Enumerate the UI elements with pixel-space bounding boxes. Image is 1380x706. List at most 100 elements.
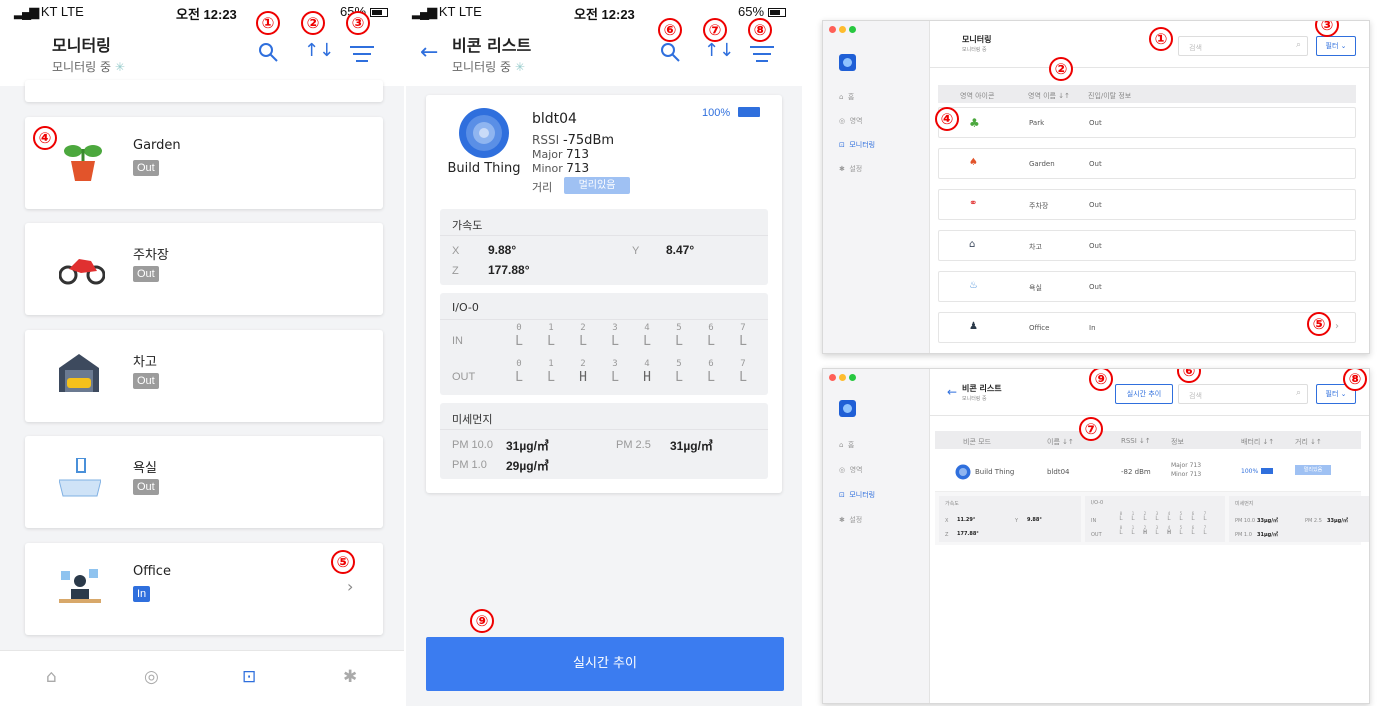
beacon-icon[interactable]: ◎ (144, 667, 159, 687)
sidebar-item-home[interactable]: ⌂ 홈 (839, 440, 854, 450)
back-arrow-icon[interactable]: ← (947, 385, 957, 399)
status-badge: Out (133, 160, 159, 176)
io-out-value-0: L (515, 370, 523, 385)
io-out-value-1: L (1131, 529, 1135, 536)
section-title: I/O-0 (452, 301, 479, 314)
beacon-detail: 가속도 X 11.29° Y 9.88° Z 177.88° I/O-0 IN OUT… (935, 491, 1369, 545)
io-in-value-4: L (643, 334, 651, 349)
minor-row: Minor 713 (532, 161, 590, 175)
spinner-icon: ✳ (114, 60, 125, 74)
home-icon[interactable]: ⌂ (46, 667, 57, 687)
x-label: X (452, 245, 460, 257)
out-label: OUT (452, 371, 476, 383)
pm1-label: PM 1.0 (452, 459, 487, 471)
sort-icon[interactable]: ↑↓ (704, 40, 734, 61)
io-out-value-4: H (1167, 529, 1171, 536)
sidebar-item-settings[interactable]: ✱ 설정 (839, 164, 862, 174)
marker-3: ③ (346, 11, 370, 35)
list-item-garage[interactable]: 차고 Out (25, 330, 383, 422)
list-item-parking[interactable]: 주차장 Out (25, 223, 383, 315)
sort-icon[interactable]: ↑↓ (304, 40, 334, 61)
table-row[interactable]: ♣ Park Out (938, 107, 1356, 138)
status-battery: 65% (738, 4, 786, 19)
sidebar-item-area[interactable]: ◎ 영역 (839, 465, 862, 475)
io-out-value-6: L (1191, 529, 1195, 536)
pm10-label: PM 10.0 (452, 439, 493, 451)
page-subtitle: 모니터링 중 (962, 47, 987, 53)
io-out-index-4: 4 (644, 359, 650, 369)
io-in-value-3: L (1155, 515, 1159, 522)
settings-icon[interactable]: ✱ (343, 667, 357, 687)
list-item-office[interactable]: Office In › (25, 543, 383, 635)
accel-section: 가속도 X 9.88° Y 8.47° Z 177.88° (440, 209, 768, 285)
table-row[interactable]: ♟ Office In › (938, 312, 1356, 343)
status-carrier: ▂▄▆ KT LTE (412, 4, 482, 19)
page-subtitle: 모니터링 중 ✳ (452, 60, 525, 74)
list-item-garden[interactable]: Garden Out (25, 117, 383, 209)
beacon-row[interactable]: Build Thing bldt04 -82 dBm Major 713 Min… (935, 453, 1361, 491)
io-in-value-0: L (515, 334, 523, 349)
search-icon[interactable] (660, 42, 682, 64)
search-input[interactable]: 검색 ⌕ (1178, 36, 1308, 56)
list-item-bathroom[interactable]: 욕실 Out (25, 436, 383, 528)
table-row[interactable]: ♠ Garden Out (938, 148, 1356, 179)
table-row[interactable]: ⚭ 주차장 Out (938, 189, 1356, 220)
io-in-value-2: L (579, 334, 587, 349)
sidebar-item-home[interactable]: ⌂ 홈 (839, 92, 854, 102)
realtime-trend-button[interactable]: 실시간 추이 (1115, 384, 1173, 404)
y-value: 8.47° (666, 243, 695, 257)
table-row[interactable]: ♨ 욕실 Out (938, 271, 1356, 302)
marker-1: ① (1149, 27, 1173, 51)
mac-beacon-list-window: ⌂ 홈 ◎ 영역 ⊡ 모니터링 ✱ 설정 ← 비콘 리스트 모니터링 중 실시간… (822, 368, 1370, 704)
page-title: 비콘 리스트 (452, 36, 532, 55)
pm25-label: PM 2.5 (616, 439, 651, 451)
back-arrow-icon[interactable]: ← (420, 40, 438, 65)
marker-1: ① (256, 11, 280, 35)
realtime-trend-button[interactable]: 실시간 추이 (426, 637, 784, 691)
sidebar-item-area[interactable]: ◎ 영역 (839, 116, 862, 126)
sidebar-item-monitoring[interactable]: ⊡ 모니터링 (839, 140, 875, 150)
filter-icon[interactable] (350, 45, 374, 63)
distance-label: 거리 (532, 181, 553, 194)
mac-monitoring-window: ⌂ 홈 ◎ 영역 ⊡ 모니터링 ✱ 설정 모니터링 모니터링 중 검색 ⌕ 필터… (822, 20, 1370, 354)
chevron-right-icon[interactable]: › (347, 577, 353, 596)
io-out-value-2: H (579, 370, 587, 385)
list-item[interactable] (25, 80, 383, 102)
y-label: Y (632, 245, 640, 257)
io-out-index-1: 1 (548, 359, 554, 369)
beacon-card[interactable]: Build Thing bldt04 100% RSSI -75dBm Majo… (426, 95, 782, 493)
io-in-value-5: L (1179, 515, 1183, 522)
section-title: 가속도 (452, 219, 483, 232)
io-out-value-5: L (1179, 529, 1183, 536)
table-header: 비콘 모드 이름 ↓↑ RSSI ↓↑ 정보 배터리 ↓↑ 거리 ↓↑ (935, 431, 1361, 449)
io-out-index-6: 6 (708, 359, 714, 369)
beacon-icon (459, 108, 509, 158)
io-out-value-4: H (643, 370, 651, 385)
sidebar-item-settings[interactable]: ✱ 설정 (839, 515, 862, 525)
table-row[interactable]: ⌂ 차고 Out (938, 230, 1356, 261)
section-title: 미세먼지 (452, 413, 493, 426)
major-row: Major 713 (532, 147, 589, 161)
filter-button[interactable]: 필터 ⌄ (1316, 36, 1356, 56)
io-in-value-4: L (1167, 515, 1171, 522)
search-icon[interactable] (258, 42, 280, 64)
distance-badge: 멀리있음 (564, 177, 630, 194)
search-input[interactable]: 검색 ⌕ (1178, 384, 1308, 404)
phone-beacon-list-screen: ▂▄▆ KT LTE 오전 12:23 65% ← 비콘 리스트 모니터링 중 … (406, 0, 802, 706)
marker-9: ⑨ (470, 609, 494, 633)
sidebar-item-monitoring[interactable]: ⊡ 모니터링 (839, 490, 875, 500)
battery-label: 100% (702, 107, 731, 119)
page-title: 모니터링 (52, 36, 111, 55)
io-in-index-3: 3 (612, 323, 618, 333)
chevron-right-icon[interactable]: › (1335, 321, 1339, 332)
monitoring-icon[interactable]: ⊡ (242, 667, 256, 687)
marker-9: ⑨ (1089, 369, 1113, 391)
filter-icon[interactable] (750, 45, 774, 63)
io-in-index-4: 4 (644, 323, 650, 333)
marker-8: ⑧ (1343, 369, 1367, 391)
pm1-value: 29µg/㎥ (506, 459, 549, 473)
page-title: 모니터링 (962, 35, 992, 44)
row-name: 차고 (133, 355, 157, 370)
marker-4: ④ (33, 126, 57, 150)
io-out-value-5: L (675, 370, 683, 385)
